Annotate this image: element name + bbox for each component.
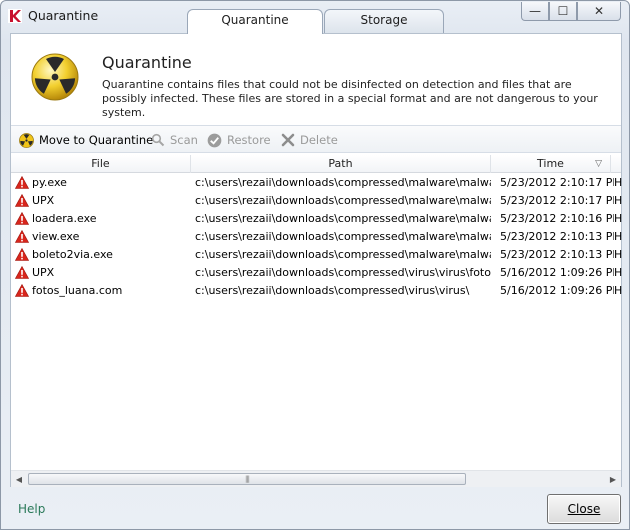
scan-label: Scan <box>170 133 198 147</box>
warning-icon <box>15 194 29 207</box>
horizontal-scrollbar[interactable]: ◀ ||| ▶ <box>11 470 621 487</box>
quarantine-window: Quarantine Quarantine Storage — ☐ ✕ Quar… <box>0 0 630 530</box>
tab-storage[interactable]: Storage <box>324 9 444 33</box>
quarantine-panel: Quarantine Quarantine contains files tha… <box>10 33 622 487</box>
cell-file: py.exe <box>32 176 67 189</box>
cell-path: c:\users\rezaii\downloads\compressed\mal… <box>195 230 491 243</box>
cell-extra: H <box>614 194 622 207</box>
maximize-icon: ☐ <box>557 4 569 18</box>
window-title: Quarantine <box>28 8 99 23</box>
title-bar[interactable]: Quarantine Quarantine Storage — ☐ ✕ <box>1 1 629 34</box>
column-header-file[interactable]: File <box>11 155 191 173</box>
cell-file: view.exe <box>32 230 80 243</box>
scrollbar-thumb[interactable]: ||| <box>28 473 466 485</box>
table-row[interactable]: boleto2via.exe c:\users\rezaii\downloads\… <box>11 246 622 264</box>
cell-time: 5/16/2012 1:09:26 PM <box>500 266 614 279</box>
quarantine-list: py.exe c:\users\rezaii\downloads\compress… <box>11 174 622 300</box>
page-description: Quarantine contains files that could not… <box>102 78 598 119</box>
help-link[interactable]: Help <box>18 502 45 516</box>
page-title: Quarantine <box>102 53 192 72</box>
cell-file: boleto2via.exe <box>32 248 113 261</box>
checkmark-circle-icon <box>207 133 222 147</box>
minimize-button[interactable]: — <box>521 2 549 21</box>
delete-label: Delete <box>300 133 338 147</box>
scan-button[interactable]: Scan <box>151 131 198 149</box>
warning-icon <box>15 248 29 261</box>
cell-extra: H <box>614 212 622 225</box>
cell-path: c:\users\rezaii\downloads\compressed\vir… <box>195 284 470 297</box>
table-row[interactable]: fotos_luana.com c:\users\rezaii\downloads… <box>11 282 622 300</box>
table-row[interactable]: loadera.exe c:\users\rezaii\downloads\com… <box>11 210 622 228</box>
column-header-time[interactable]: Time ▽ <box>491 155 611 173</box>
table-row[interactable]: UPX c:\users\rezaii\downloads\compressed\… <box>11 264 622 282</box>
toolbar: Move to Quarantine Scan Restore Delete <box>11 125 621 153</box>
close-button-label: Close <box>567 502 601 516</box>
cell-time: 5/16/2012 1:09:26 PM <box>500 284 614 297</box>
cell-time: 5/23/2012 2:10:17 PM <box>500 176 614 189</box>
close-button[interactable]: Close <box>547 494 621 524</box>
minimize-icon: — <box>529 4 541 18</box>
restore-button[interactable]: Restore <box>207 131 271 149</box>
window-controls: — ☐ ✕ <box>521 2 621 22</box>
delete-button[interactable]: Delete <box>281 131 338 149</box>
warning-icon <box>15 212 29 225</box>
column-header-time-label: Time <box>537 157 564 170</box>
move-to-quarantine-label: Move to Quarantine <box>39 133 154 147</box>
cell-path: c:\users\rezaii\downloads\compressed\vir… <box>195 266 491 279</box>
cell-file: UPX <box>32 194 55 207</box>
cell-path: c:\users\rezaii\downloads\compressed\mal… <box>195 194 491 207</box>
cell-file: fotos_luana.com <box>32 284 123 297</box>
cell-extra: H <box>614 176 622 189</box>
cell-path: c:\users\rezaii\downloads\compressed\mal… <box>195 248 491 261</box>
tab-quarantine[interactable]: Quarantine <box>187 9 323 34</box>
close-icon: ✕ <box>593 4 605 18</box>
cell-time: 5/23/2012 2:10:16 PM <box>500 212 614 225</box>
restore-label: Restore <box>227 133 271 147</box>
scroll-right-button[interactable]: ▶ <box>605 471 621 487</box>
cell-extra: H <box>614 248 622 261</box>
cell-file: loadera.exe <box>32 212 97 225</box>
table-row[interactable]: view.exe c:\users\rezaii\downloads\compre… <box>11 228 622 246</box>
cell-extra: H <box>614 230 622 243</box>
radiation-icon <box>31 53 79 101</box>
radiation-small-icon <box>19 132 34 148</box>
cell-path: c:\users\rezaii\downloads\compressed\mal… <box>195 176 491 189</box>
move-to-quarantine-button[interactable]: Move to Quarantine <box>19 131 153 149</box>
warning-icon <box>15 176 29 189</box>
table-row[interactable]: UPX c:\users\rezaii\downloads\compressed\… <box>11 192 622 210</box>
column-header-path[interactable]: Path <box>191 155 491 173</box>
cell-time: 5/23/2012 2:10:13 PM <box>500 248 614 261</box>
delete-x-icon <box>281 133 295 147</box>
warning-icon <box>15 266 29 279</box>
kaspersky-logo-icon <box>8 9 22 23</box>
close-window-button[interactable]: ✕ <box>577 2 621 21</box>
warning-icon <box>15 230 29 243</box>
warning-icon <box>15 284 29 297</box>
cell-extra: H <box>614 266 622 279</box>
scroll-left-button[interactable]: ◀ <box>11 471 27 487</box>
cell-time: 5/23/2012 2:10:13 PM <box>500 230 614 243</box>
sort-arrow-icon: ▽ <box>595 159 602 169</box>
maximize-button[interactable]: ☐ <box>549 2 577 21</box>
cell-path: c:\users\rezaii\downloads\compressed\mal… <box>195 212 491 225</box>
table-header: File Path Time ▽ <box>11 155 621 173</box>
cell-time: 5/23/2012 2:10:17 PM <box>500 194 614 207</box>
magnifier-icon <box>151 133 165 147</box>
cell-extra: H <box>614 284 622 297</box>
table-row[interactable]: py.exe c:\users\rezaii\downloads\compress… <box>11 174 622 192</box>
cell-file: UPX <box>32 266 55 279</box>
